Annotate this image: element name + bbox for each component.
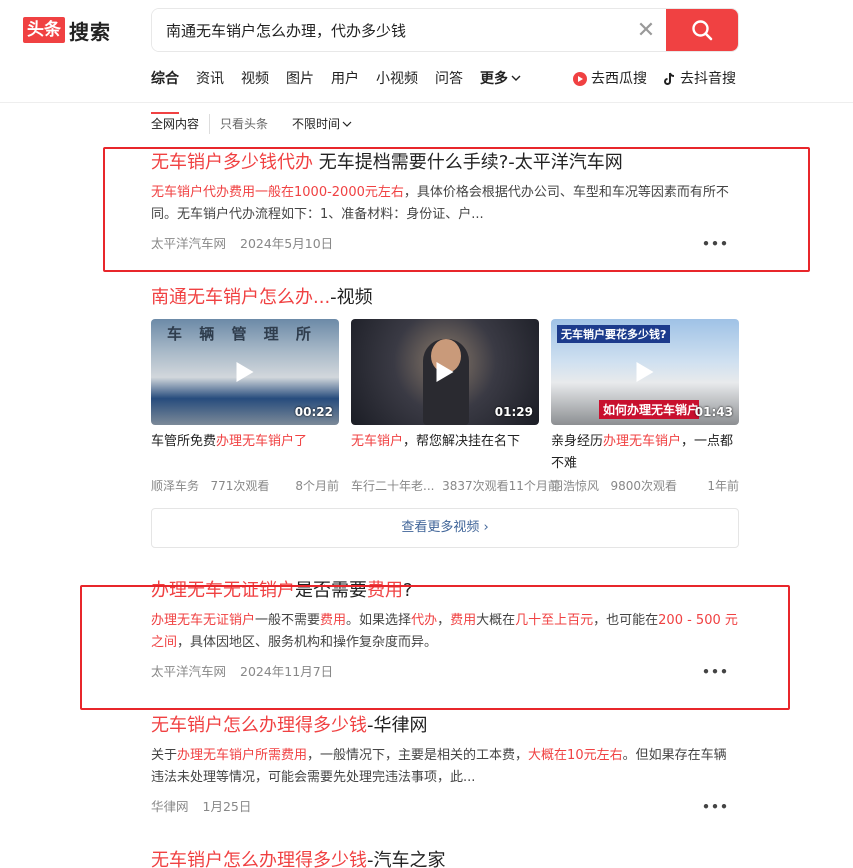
play-icon [636,362,654,382]
video-card: 01:29 无车销户，帮您解决挂在名下 车行二十年老... 3837次观看 11个… [351,319,560,494]
annotation-box [80,585,790,710]
play-icon [236,362,254,382]
video-time: 1年前 [707,479,739,493]
logo-text: 搜索 [69,19,111,44]
snippet-text: ，一般情况下，主要是相关的工本费， [307,748,529,763]
result-title[interactable]: 无车销户怎么办理得多少钱-华律网 [151,713,739,739]
douyin-link[interactable]: 去抖音搜 [661,68,736,90]
snippet-text: 关于 [151,748,178,763]
result-meta: 华律网 1月25日 ••• [151,797,739,817]
video-thumbnail[interactable]: 01:29 [351,319,539,425]
result-date: 1月25日 [202,799,252,814]
video-title-part: 车管所免费 [151,434,217,449]
xigua-icon [573,72,587,86]
tab-news[interactable]: 资讯 [196,68,224,102]
filter-toutiao-only[interactable]: 只看头条 [209,114,268,134]
video-author[interactable]: 顺泽车务 [151,479,199,493]
video-time: 8个月前 [295,479,339,493]
tab-images[interactable]: 图片 [286,68,314,102]
more-videos-label: 查看更多视频 [401,520,480,535]
search-result: 无车销户怎么办理得多少钱-汽车之家 [151,848,739,868]
thumb-sign-text: 车 辆 管 理 所 [167,325,317,343]
toutiao-search-logo[interactable]: 头条 搜索 [23,17,111,44]
tab-more[interactable]: 更多 [480,68,522,102]
chevron-down-icon [342,121,352,127]
video-views: 3837次观看 [442,479,509,493]
search-button[interactable] [666,9,738,51]
video-thumbnail[interactable]: 车 辆 管 理 所 00:22 [151,319,339,425]
video-author[interactable]: 羽浩惊风 [551,479,599,493]
filter-time[interactable]: 不限时间 [292,114,352,134]
video-title-rest: -视频 [330,287,373,308]
chevron-right-icon: › [483,520,489,535]
video-card: 车 辆 管 理 所 00:22 车管所免费办理无车销户了 顺泽车务 771次观看… [151,319,339,494]
video-meta: 羽浩惊风 9800次观看 1年前 [551,477,739,494]
annotation-box [103,147,810,272]
thumb-caption: 无车销户要花多少钱? [557,325,671,343]
result-title-rest: -华律网 [367,715,428,736]
result-snippet: 关于办理无车销户所需费用，一般情况下，主要是相关的工本费，大概在10元左右。但如… [151,745,739,789]
more-videos-button[interactable]: 查看更多视频 › [151,508,739,548]
video-title-part: 亲身经历 [551,434,604,449]
douyin-label: 去抖音搜 [680,71,736,87]
search-tabs: 综合 资讯 视频 图片 用户 小视频 问答 更多 [151,68,539,114]
video-title[interactable]: 无车销户，帮您解决挂在名下 [351,431,539,475]
play-icon [436,362,454,382]
tab-qa[interactable]: 问答 [435,68,463,102]
filter-all-content[interactable]: 全网内容 [151,114,199,134]
douyin-icon [664,72,675,85]
video-duration: 01:43 [694,405,733,419]
result-source: 华律网 [151,799,189,814]
video-title-highlight: 无车销户 [351,434,404,449]
video-title[interactable]: 亲身经历办理无车销户，一点都不难 [551,431,739,475]
video-title-highlight: 办理无车销户 [603,434,682,449]
clear-icon[interactable]: ✕ [626,9,666,51]
video-title-highlight: 办理无车销户了 [216,434,308,449]
logo-badge: 头条 [23,17,65,43]
search-input[interactable] [152,9,626,51]
search-result: 无车销户怎么办理得多少钱-华律网 关于办理无车销户所需费用，一般情况下，主要是相… [151,713,739,817]
video-title-part: ，帮您解决挂在名下 [403,434,521,449]
result-title[interactable]: 无车销户怎么办理得多少钱-汽车之家 [151,848,739,868]
tab-more-label: 更多 [480,71,508,87]
tab-users[interactable]: 用户 [331,68,359,102]
video-title[interactable]: 车管所免费办理无车销户了 [151,431,339,475]
external-links: 去西瓜搜 去抖音搜 [572,68,750,90]
video-list: 车 辆 管 理 所 00:22 车管所免费办理无车销户了 顺泽车务 771次观看… [151,319,739,494]
video-thumbnail[interactable]: 无车销户要花多少钱? 如何办理无车销户 01:43 [551,319,739,425]
filter-time-label: 不限时间 [292,117,341,131]
result-title-highlight: 无车销户怎么办理得多少钱 [151,715,367,736]
video-card: 无车销户要花多少钱? 如何办理无车销户 01:43 亲身经历办理无车销户，一点都… [551,319,739,494]
xigua-link[interactable]: 去西瓜搜 [572,68,647,90]
more-options-icon[interactable]: ••• [702,797,729,817]
search-icon [692,20,713,41]
search-box: ✕ [151,8,739,52]
video-views: 771次观看 [210,479,270,493]
header: 头条 搜索 ✕ 综合 资讯 视频 图片 用户 小视频 问答 更多 去西瓜搜 去抖… [0,0,853,114]
video-meta: 车行二十年老... 3837次观看 11个月前 [351,477,560,494]
snippet-highlight: 办理无车销户所需费用 [177,748,308,763]
video-result: 南通无车销户怎么办...-视频 车 辆 管 理 所 00:22 车管所免费办理无… [151,285,739,494]
tab-short-video[interactable]: 小视频 [376,68,418,102]
video-duration: 01:29 [494,405,533,419]
filter-bar: 全网内容 只看头条 不限时间 [151,114,362,134]
video-title-highlight: 南通无车销户怎么办... [151,287,331,308]
chevron-down-icon [511,75,521,81]
video-meta: 顺泽车务 771次观看 8个月前 [151,477,339,494]
result-title-rest: -汽车之家 [367,850,446,868]
result-title-highlight: 无车销户怎么办理得多少钱 [151,850,367,868]
snippet-highlight: 大概在10元左右 [528,748,623,763]
tab-video[interactable]: 视频 [241,68,269,102]
tab-all[interactable]: 综合 [151,68,179,114]
xigua-label: 去西瓜搜 [591,71,647,87]
video-author[interactable]: 车行二十年老... [351,479,434,493]
thumb-caption: 如何办理无车销户 [599,400,699,419]
video-section-title[interactable]: 南通无车销户怎么办...-视频 [151,285,739,311]
video-views: 9800次观看 [610,479,678,493]
video-duration: 00:22 [294,405,333,419]
